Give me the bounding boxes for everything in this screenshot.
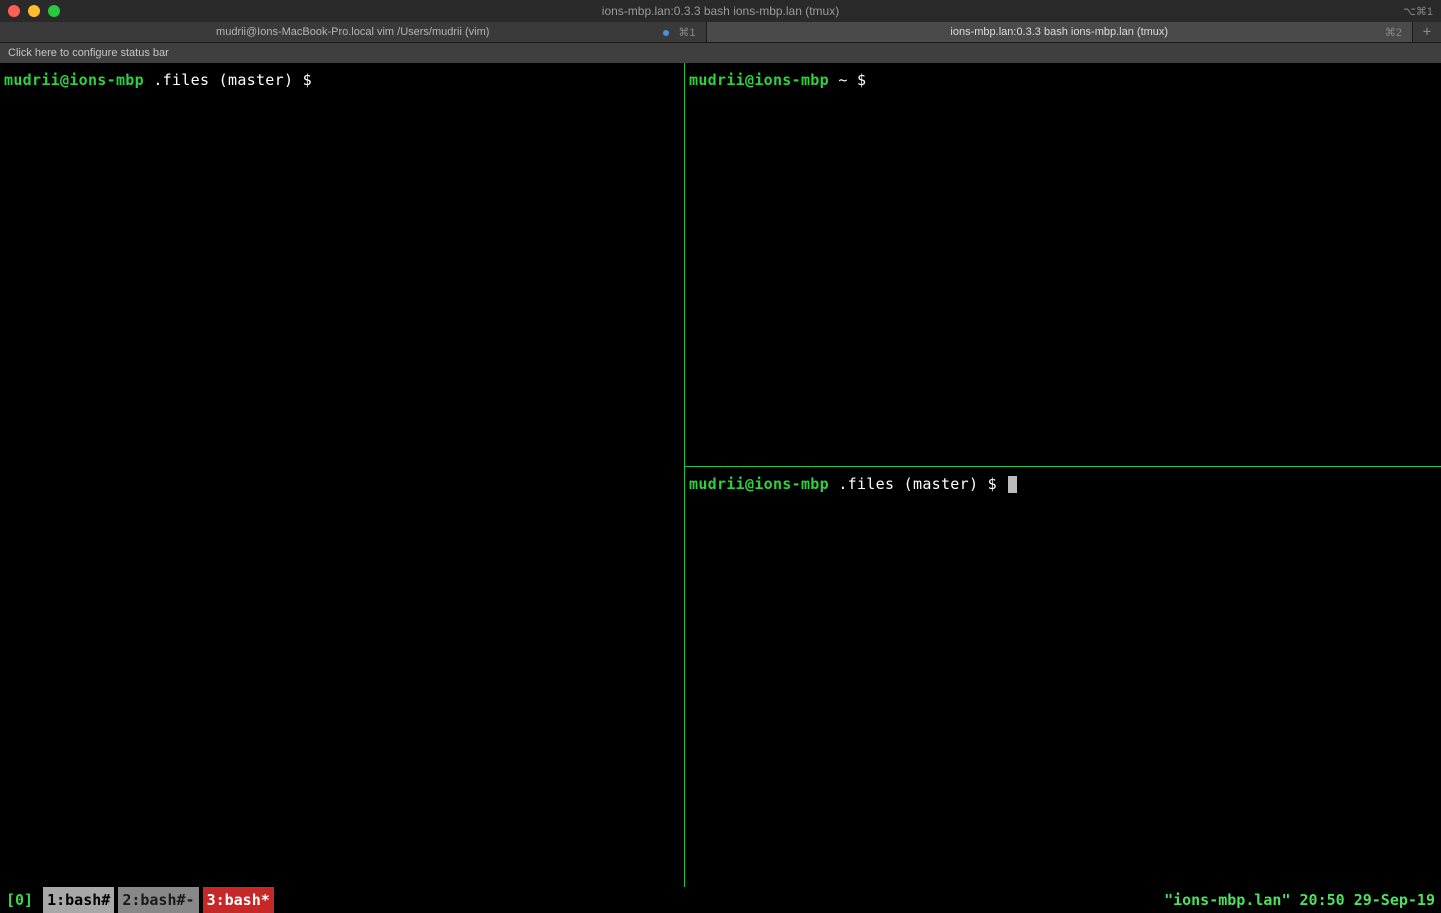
activity-indicator-icon [663,30,669,36]
tab-shortcut: ⌘1 [663,26,695,39]
tab-vim[interactable]: mudrii@Ions-MacBook-Pro.local vim /Users… [0,22,707,42]
prompt-path: .files [838,475,894,493]
tmux-pane-left[interactable]: mudrii@ions-mbp .files (master) $ [0,63,684,887]
tmux-status-right: "ions-mbp.lan" 20:50 29-Sep-19 [1158,887,1441,913]
prompt-user: mudrii@ions-mbp [4,71,144,89]
tmux-window-1[interactable]: 1:bash# [43,887,114,913]
prompt-path: .files [153,71,209,89]
window-titlebar: ions-mbp.lan:0.3.3 bash ions-mbp.lan (tm… [0,0,1441,22]
tab-label: mudrii@Ions-MacBook-Pro.local vim /Users… [216,26,489,38]
prompt-user: mudrii@ions-mbp [689,71,829,89]
maximize-icon[interactable] [48,5,60,17]
window-title: ions-mbp.lan:0.3.3 bash ions-mbp.lan (tm… [602,4,839,18]
titlebar-shortcut: ⌥⌘1 [1403,5,1433,18]
cursor-icon [1008,476,1017,493]
tmux-pane-right-column: mudrii@ions-mbp ~ $ mudrii@ions-mbp .fil… [684,63,1441,887]
tmux-window-2[interactable]: 2:bash#- [118,887,198,913]
tab-label: ions-mbp.lan:0.3.3 bash ions-mbp.lan (tm… [950,26,1168,38]
tmux-session-indicator[interactable]: [0] [0,887,39,913]
tmux-window-3[interactable]: 3:bash* [203,887,274,913]
prompt-path: ~ [838,71,847,89]
prompt-line: mudrii@ions-mbp .files (master) $ [4,69,680,92]
tab-tmux[interactable]: ions-mbp.lan:0.3.3 bash ions-mbp.lan (tm… [707,22,1414,42]
close-icon[interactable] [8,5,20,17]
prompt-symbol: $ [857,71,866,89]
statusbar-config-prompt[interactable]: Click here to configure status bar [0,43,1441,63]
prompt-symbol: $ [988,475,997,493]
prompt-line: mudrii@ions-mbp .files (master) $ [689,473,1437,496]
prompt-branch: (master) [904,475,979,493]
tab-bar: mudrii@Ions-MacBook-Pro.local vim /Users… [0,22,1441,43]
prompt-symbol: $ [303,71,312,89]
tmux-pane-top-right[interactable]: mudrii@ions-mbp ~ $ [685,63,1441,467]
terminal-area: mudrii@ions-mbp .files (master) $ mudrii… [0,63,1441,887]
traffic-lights [8,5,60,17]
prompt-branch: (master) [219,71,294,89]
tab-shortcut: ⌘2 [1385,26,1402,39]
prompt-line: mudrii@ions-mbp ~ $ [689,69,1437,92]
add-tab-button[interactable]: + [1413,22,1441,42]
tmux-pane-bottom-right[interactable]: mudrii@ions-mbp .files (master) $ [685,467,1441,887]
tmux-status-bar: [0] 1:bash# 2:bash#- 3:bash* "ions-mbp.l… [0,887,1441,913]
tmux-spacer [274,887,1158,913]
minimize-icon[interactable] [28,5,40,17]
prompt-user: mudrii@ions-mbp [689,475,829,493]
